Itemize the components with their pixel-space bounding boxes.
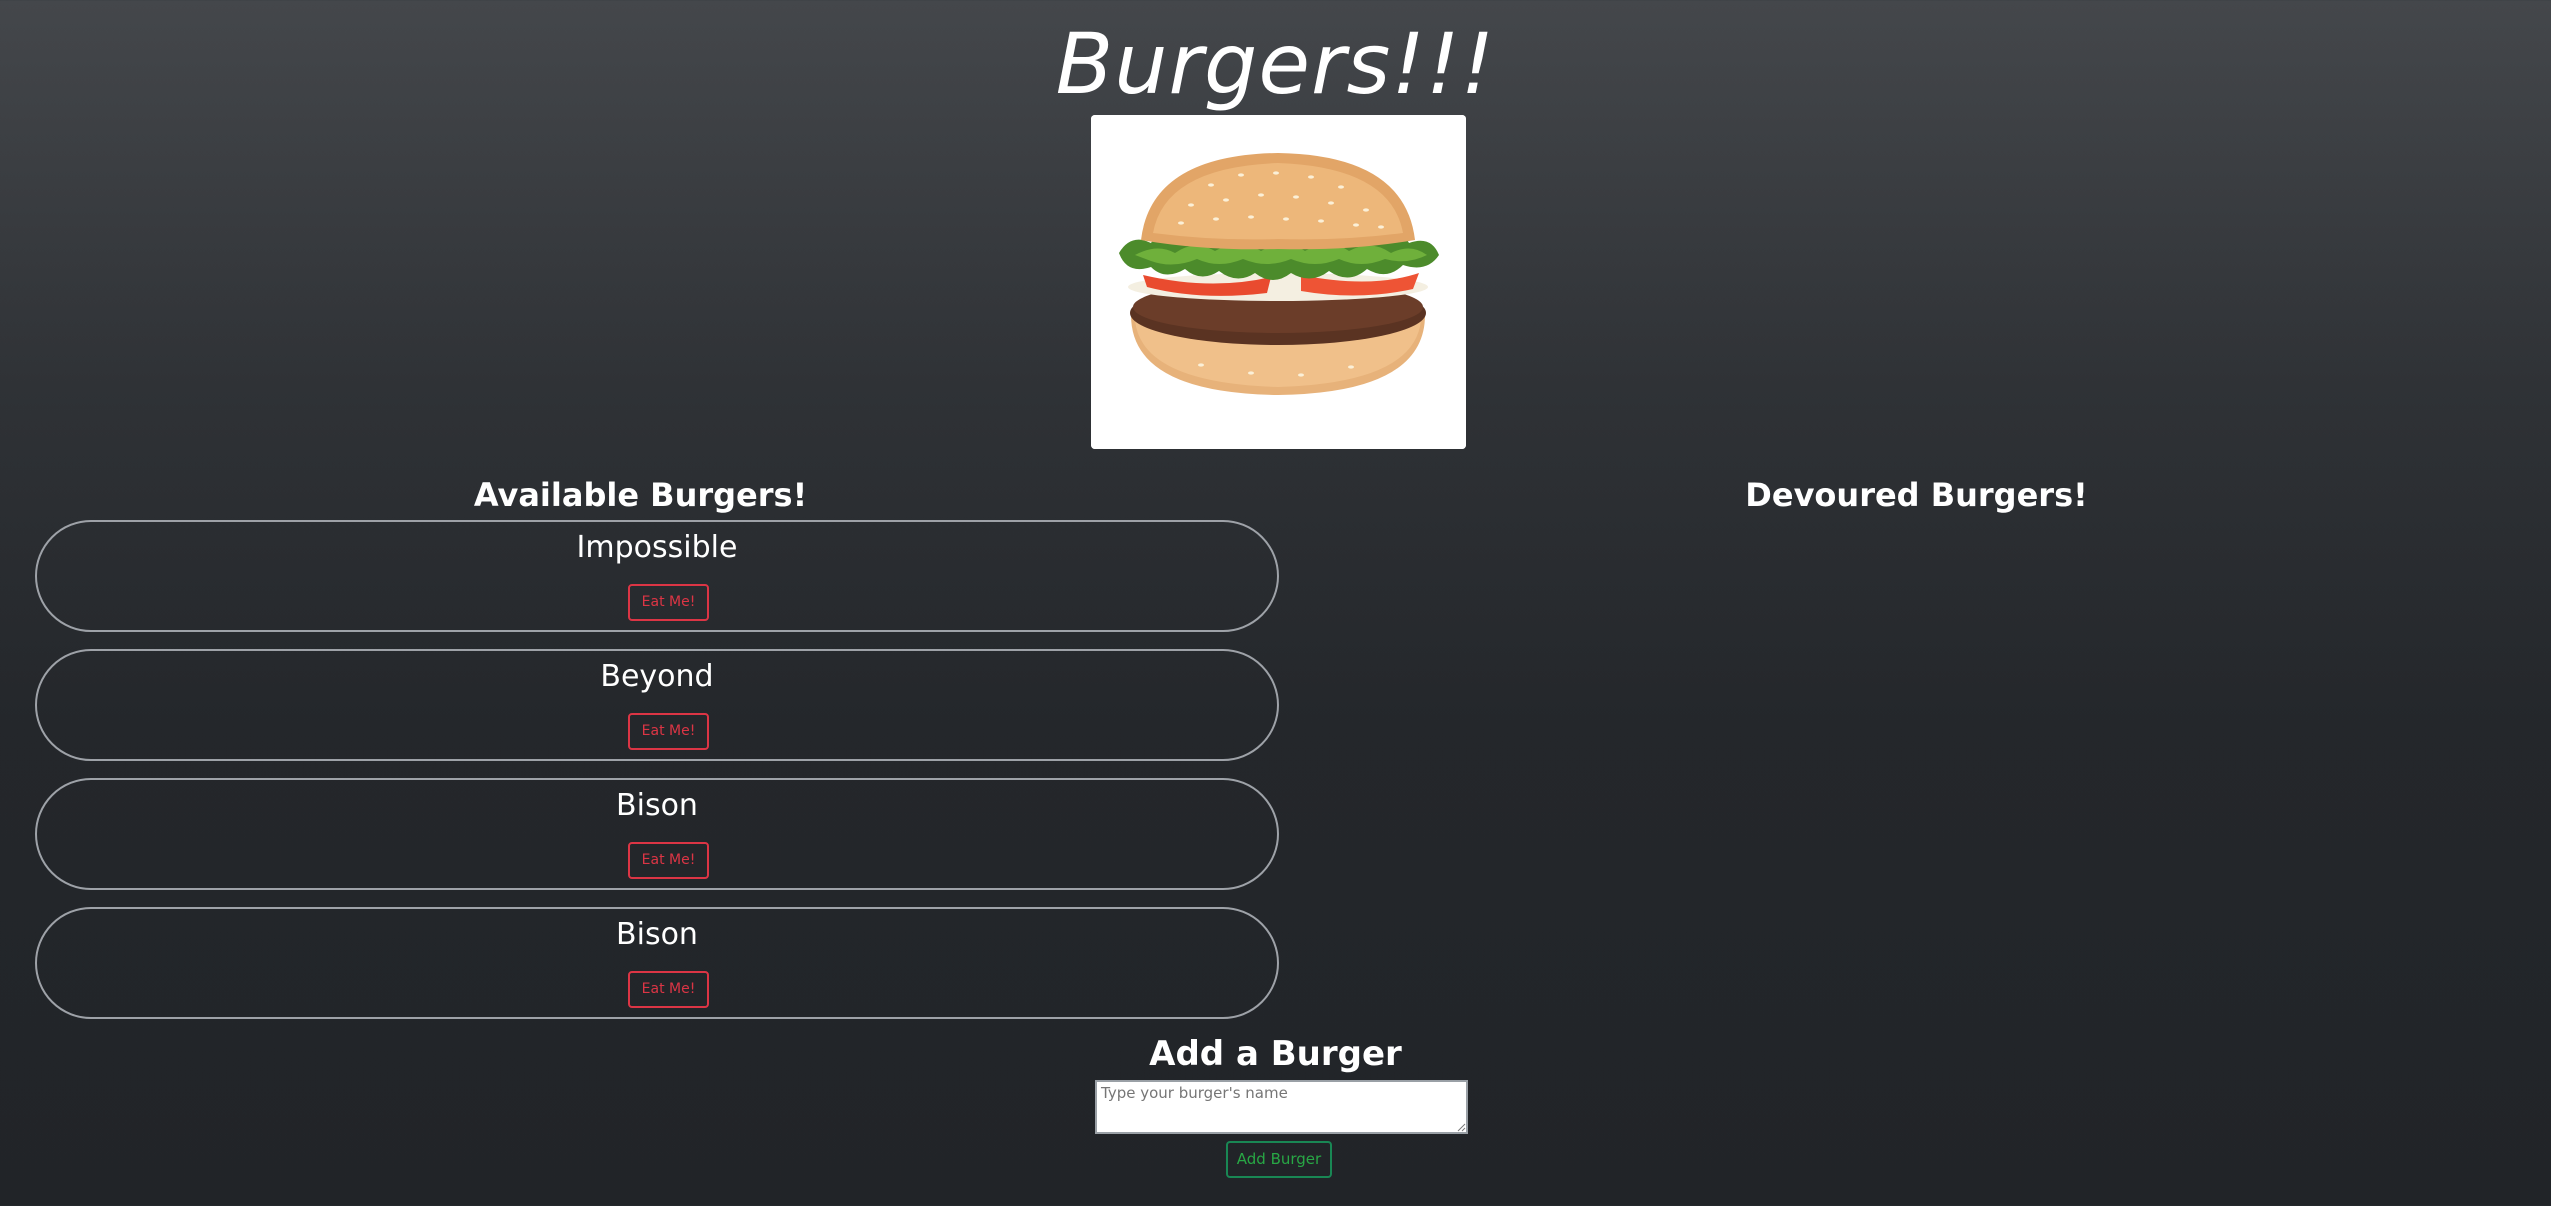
devoured-burgers-heading: Devoured Burgers! <box>1745 476 2088 514</box>
add-burger-button[interactable]: Add Burger <box>1226 1141 1332 1178</box>
eat-me-button[interactable]: Eat Me! <box>628 842 709 879</box>
burger-card: Beyond Eat Me! <box>35 649 1279 761</box>
burger-name: Beyond <box>600 659 714 694</box>
burger-name: Bison <box>616 788 698 823</box>
available-burgers-list: Impossible Eat Me! Beyond Eat Me! Bison … <box>35 520 1279 1036</box>
eat-me-button[interactable]: Eat Me! <box>628 713 709 750</box>
eat-me-button[interactable]: Eat Me! <box>628 584 709 621</box>
burger-card: Bison Eat Me! <box>35 778 1279 890</box>
eat-me-button[interactable]: Eat Me! <box>628 971 709 1008</box>
burger-card: Impossible Eat Me! <box>35 520 1279 632</box>
burger-name-input[interactable] <box>1095 1080 1468 1134</box>
burger-name: Bison <box>616 917 698 952</box>
available-burgers-heading: Available Burgers! <box>473 476 808 514</box>
burger-name: Impossible <box>576 530 738 565</box>
page-title: Burgers!!! <box>1055 15 1496 113</box>
burger-card: Bison Eat Me! <box>35 907 1279 1019</box>
add-burger-heading: Add a Burger <box>1149 1034 1402 1074</box>
burger-image <box>1091 115 1466 449</box>
